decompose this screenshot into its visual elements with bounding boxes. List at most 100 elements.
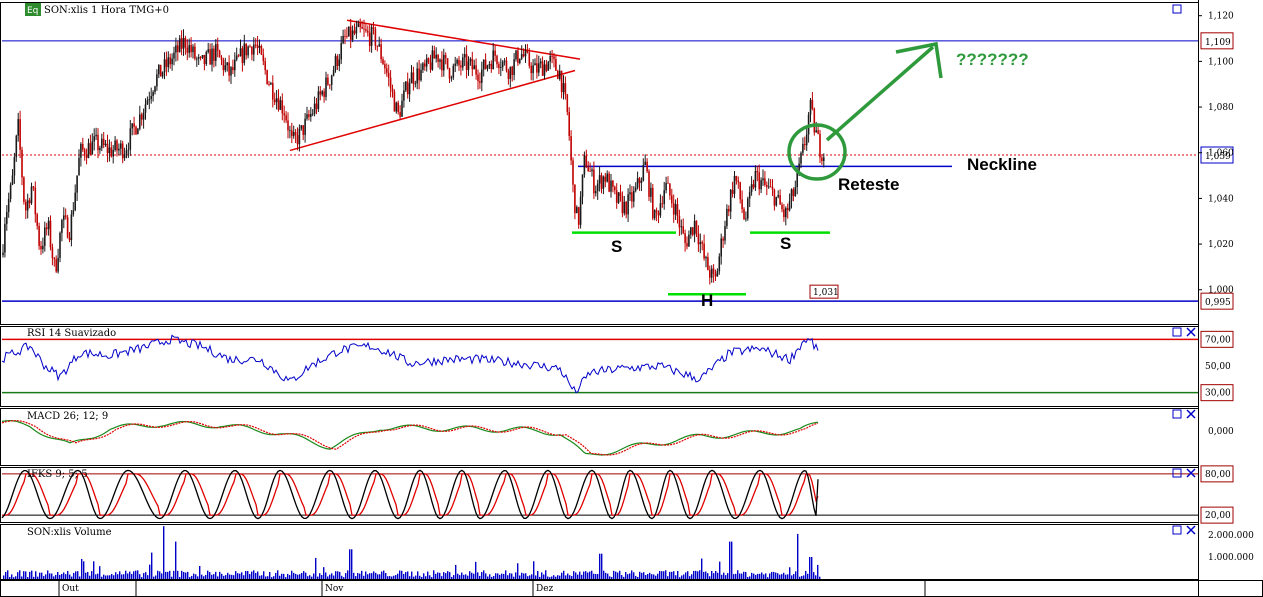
volume-bar: [169, 570, 171, 579]
price-panel-title[interactable]: SON:xlis 1 Hora TMG+0: [44, 5, 169, 16]
volume-panel: [3, 526, 821, 579]
volume-bar: [179, 577, 181, 579]
volume-bar: [743, 571, 745, 579]
volume-bar: [257, 571, 259, 579]
candle-body: [127, 149, 130, 151]
volume-bar: [705, 571, 707, 579]
candle-body: [686, 243, 688, 247]
candle-body: [367, 30, 369, 33]
macd-tick-label: 0,000: [1208, 427, 1234, 437]
volume-bar: [65, 574, 67, 579]
vol-maximize-icon[interactable]: [1172, 525, 1182, 535]
stoch-maximize-icon[interactable]: [1172, 468, 1182, 478]
volume-bar: [625, 571, 627, 579]
volume-bar: [731, 541, 733, 579]
volume-bar: [675, 575, 677, 579]
candle-body: [273, 99, 276, 103]
candle-body: [435, 54, 437, 59]
volume-bar: [81, 558, 83, 579]
volume-bar: [219, 571, 221, 579]
volume-bar: [63, 572, 65, 579]
volume-bar: [429, 575, 431, 579]
volume-bar: [781, 574, 783, 579]
volume-bar: [463, 574, 465, 579]
candle-body: [112, 150, 114, 157]
stoch-close-icon[interactable]: [1186, 468, 1196, 478]
candle-body: [9, 184, 12, 199]
candle-body: [760, 180, 762, 190]
candle-body: [99, 147, 101, 151]
volume-bar: [531, 574, 533, 579]
volume-bar: [783, 572, 785, 579]
volume-bar: [775, 572, 777, 579]
candle-body: [444, 54, 447, 59]
candle-body: [121, 143, 124, 159]
candle-body: [13, 157, 16, 176]
volume-bar: [369, 573, 371, 579]
candle-body: [621, 196, 624, 214]
rsi-maximize-icon[interactable]: [1172, 327, 1182, 337]
volume-bar: [569, 575, 571, 579]
candle-body: [332, 70, 335, 76]
candle-body: [788, 201, 791, 211]
volume-bar: [489, 574, 491, 579]
candle-body: [154, 86, 156, 93]
rsi-panel-title[interactable]: RSI 14 Suavizado: [27, 328, 116, 339]
volume-bar: [47, 570, 49, 579]
candle-body: [579, 196, 582, 225]
candle-body: [460, 65, 462, 68]
rsi-close-icon[interactable]: [1186, 327, 1196, 337]
volume-bar: [147, 575, 149, 579]
candle-body: [171, 58, 173, 65]
candle-body: [152, 92, 154, 97]
volume-bar: [469, 571, 471, 579]
candle-body: [197, 57, 200, 59]
candle-body: [196, 58, 198, 60]
candle-body: [11, 175, 14, 185]
candle-body: [684, 233, 686, 244]
macd-maximize-icon[interactable]: [1172, 409, 1182, 419]
volume-bar: [45, 574, 47, 579]
macd-panel-title[interactable]: MACD 26; 12; 9: [27, 411, 108, 422]
candle-body: [251, 46, 253, 55]
volume-bar: [323, 567, 325, 579]
macd-close-icon[interactable]: [1186, 409, 1196, 419]
candle-body: [615, 190, 618, 203]
volume-bar: [37, 576, 39, 579]
volume-bar: [397, 573, 399, 579]
candle-body: [329, 84, 331, 86]
volume-bar: [13, 577, 15, 579]
volume-bar: [607, 573, 609, 579]
volume-bar: [527, 576, 529, 579]
stoch-d-line: [2, 473, 819, 516]
volume-bar: [563, 570, 565, 579]
volume-bar: [673, 571, 675, 579]
volume-bar: [691, 574, 693, 579]
candle-body: [593, 169, 595, 194]
candle-body: [370, 27, 373, 46]
candle-body: [317, 91, 320, 110]
volume-bar: [639, 571, 641, 579]
stoch-panel-title[interactable]: IFKS 9; 5; 5: [27, 469, 88, 480]
candle-body: [232, 67, 234, 71]
volume-bar: [803, 575, 805, 579]
price-maximize-icon[interactable]: [1172, 4, 1182, 14]
candle-body: [566, 94, 569, 113]
volume-bar: [799, 576, 801, 579]
volume-bar: [521, 572, 523, 579]
volume-bar: [769, 573, 771, 579]
volume-bar: [239, 573, 241, 579]
candle-body: [600, 175, 603, 189]
volume-bar: [403, 573, 405, 579]
candle-body: [560, 70, 563, 93]
vol-close-icon[interactable]: [1186, 525, 1196, 535]
candle-body: [245, 43, 247, 56]
volume-bar: [713, 573, 715, 579]
volume-bar: [441, 576, 443, 579]
candle-body: [720, 238, 722, 257]
volume-bar: [15, 576, 17, 579]
volume-bar: [595, 573, 597, 579]
volume-panel-title[interactable]: SON:xlis Volume: [27, 527, 112, 538]
volume-bar: [593, 573, 595, 579]
candle-body: [186, 47, 189, 53]
